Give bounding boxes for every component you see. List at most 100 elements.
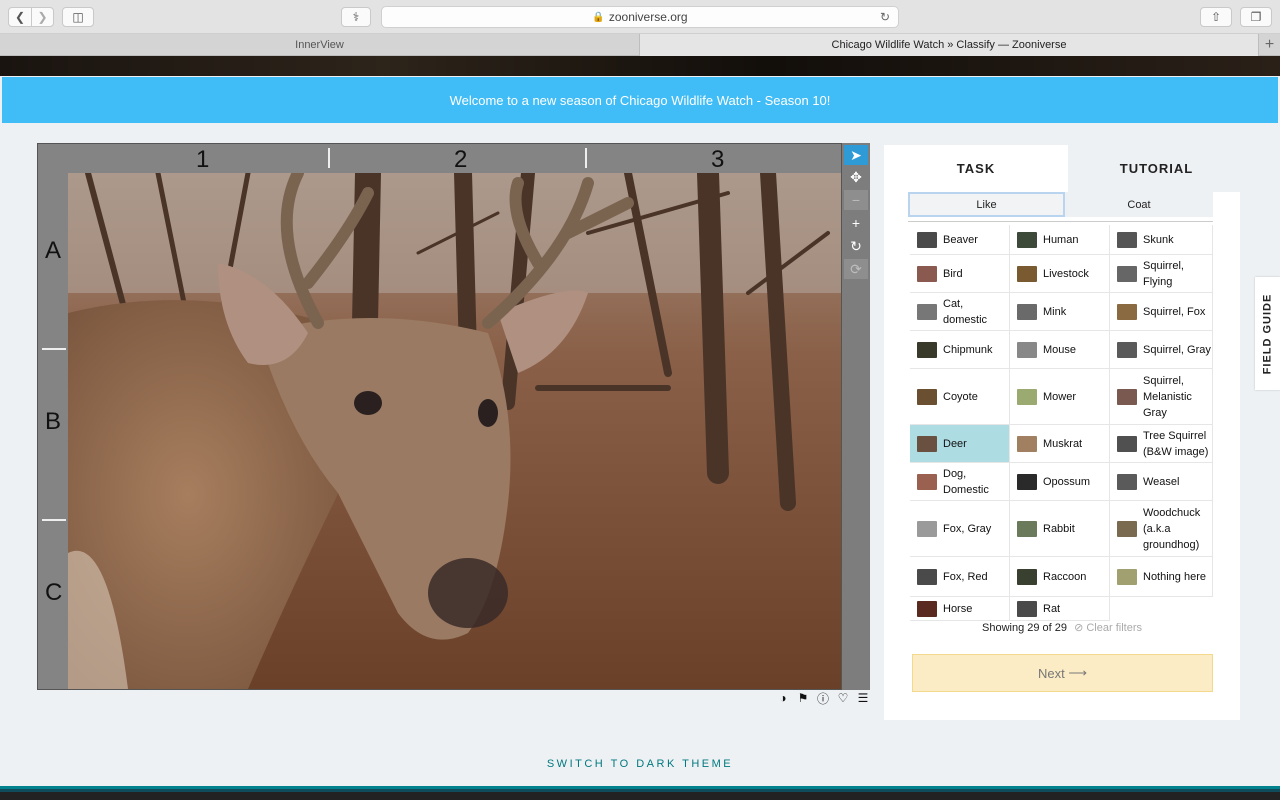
rotate-icon[interactable]: ↻ (844, 236, 868, 256)
choice-thumbnail (1117, 388, 1137, 405)
choice-item[interactable]: Chipmunk (910, 331, 1010, 369)
choice-label: Squirrel, Fox (1143, 305, 1206, 318)
back-icon[interactable]: ❮ (9, 8, 31, 26)
zoom-in-icon[interactable]: + (844, 213, 868, 233)
clear-filters-label: Clear filters (1086, 622, 1142, 634)
info-icon[interactable]: ⓘ (816, 691, 830, 706)
forward-icon[interactable]: ❯ (30, 8, 53, 26)
subject-viewer: 1 2 3 A B C (37, 143, 842, 690)
choice-label: Human (1043, 233, 1079, 246)
arrow-right-icon: ⟶ (1068, 665, 1087, 680)
subject-meta-tools: ◑ ⚑ ⓘ ♡ ☰ (776, 691, 870, 706)
choice-item[interactable]: Squirrel, Fox (1110, 293, 1213, 331)
choice-label: Opossum (1043, 475, 1091, 488)
choice-thumbnail (1117, 520, 1137, 537)
choice-label: Mower (1043, 390, 1077, 403)
next-button[interactable]: Next ⟶ (912, 654, 1213, 692)
zoom-out-icon[interactable]: − (844, 190, 868, 210)
choice-item[interactable]: Horse (910, 597, 1010, 621)
choice-thumbnail (1117, 303, 1137, 320)
show-tabs-icon[interactable]: ❐ (1240, 7, 1272, 27)
divider (908, 221, 1213, 222)
grid-column-label: 3 (711, 146, 725, 173)
choice-item[interactable]: Squirrel, Gray (1110, 331, 1213, 369)
contrast-icon[interactable]: ◑ (776, 691, 790, 705)
choice-thumbnail (1017, 341, 1037, 358)
filter-like[interactable]: Like (908, 192, 1065, 217)
choice-item[interactable]: Mower (1010, 369, 1110, 425)
tab-zooniverse[interactable]: Chicago Wildlife Watch » Classify — Zoon… (639, 34, 1258, 56)
choice-label: Tree Squirrel (B&W image) (1143, 429, 1209, 458)
lock-icon: 🔒 (592, 11, 605, 23)
choice-item[interactable]: Deer (910, 425, 1010, 463)
field-guide-button[interactable]: FIELD GUIDE (1255, 277, 1280, 390)
choice-item[interactable]: Squirrel, Flying (1110, 255, 1213, 293)
choice-item[interactable]: Weasel (1110, 463, 1213, 501)
choice-thumbnail (1117, 473, 1137, 490)
share-icon[interactable]: ⇧ (1200, 7, 1232, 27)
subject-image[interactable] (68, 173, 841, 689)
reload-icon[interactable]: ↻ (880, 10, 890, 24)
choice-label: Chipmunk (943, 343, 993, 356)
choice-item[interactable]: Dog, Domestic (910, 463, 1010, 501)
choice-item[interactable]: Fox, Gray (910, 501, 1010, 557)
filter-coat[interactable]: Coat (1065, 192, 1213, 217)
choice-item[interactable]: Woodchuck (a.k.a groundhog) (1110, 501, 1213, 557)
choice-thumbnail (917, 303, 937, 320)
choice-item[interactable]: Opossum (1010, 463, 1110, 501)
tab-innerview[interactable]: InnerView (0, 34, 639, 56)
clear-filters-button[interactable]: ⊘ Clear filters (1074, 622, 1142, 634)
choice-item[interactable]: Mouse (1010, 331, 1110, 369)
choice-item[interactable]: Raccoon (1010, 557, 1110, 597)
address-bar[interactable]: 🔒 zooniverse.org ↻ (381, 6, 899, 28)
choice-thumbnail (1017, 435, 1037, 452)
reset-icon[interactable]: ⟳ (844, 259, 868, 279)
choice-label: Squirrel, Melanistic Gray (1143, 374, 1192, 419)
choice-thumbnail (917, 341, 937, 358)
choice-item[interactable]: Fox, Red (910, 557, 1010, 597)
sidebar-toggle-icon[interactable]: ◫ (62, 7, 94, 27)
choice-label: Cat, domestic (943, 297, 988, 326)
pointer-icon[interactable]: ➤ (844, 145, 868, 165)
switch-dark-theme-button[interactable]: SWITCH TO DARK THEME (0, 758, 1280, 770)
choice-item[interactable]: Rabbit (1010, 501, 1110, 557)
collections-icon[interactable]: ☰ (856, 691, 870, 705)
choice-thumbnail (1117, 265, 1137, 282)
choice-item[interactable]: Coyote (910, 369, 1010, 425)
flag-icon[interactable]: ⚑ (796, 691, 810, 705)
choice-item[interactable]: Bird (910, 255, 1010, 293)
choice-item[interactable]: Beaver (910, 225, 1010, 255)
row-divider (42, 348, 66, 350)
choice-item[interactable]: Rat (1010, 597, 1110, 621)
choice-thumbnail (917, 435, 937, 452)
choice-item[interactable]: Mink (1010, 293, 1110, 331)
choice-thumbnail (1117, 435, 1137, 452)
grid-row-label: C (45, 579, 63, 606)
heart-icon[interactable]: ♡ (836, 691, 850, 705)
choice-item[interactable]: Squirrel, Melanistic Gray (1110, 369, 1213, 425)
choice-thumbnail (1117, 341, 1137, 358)
choice-item[interactable]: Livestock (1010, 255, 1110, 293)
choice-label: Nothing here (1143, 570, 1206, 583)
choice-label: Rat (1043, 602, 1061, 615)
deer-photo (68, 173, 841, 689)
row-divider (42, 519, 66, 521)
choice-item[interactable]: Human (1010, 225, 1110, 255)
choice-item[interactable]: Tree Squirrel (B&W image) (1110, 425, 1213, 463)
project-header-image (0, 56, 1280, 76)
extension-icon[interactable]: ⚕ (341, 7, 371, 27)
tab-task[interactable]: TASK (884, 145, 1068, 192)
choice-item[interactable]: Skunk (1110, 225, 1213, 255)
choice-thumbnail (917, 568, 937, 585)
choice-label: Dog, Domestic (943, 467, 989, 496)
choice-item[interactable]: Muskrat (1010, 425, 1110, 463)
choice-thumbnail (1017, 473, 1037, 490)
tab-tutorial[interactable]: TUTORIAL (1068, 145, 1245, 192)
filter-bar: Like Coat (908, 192, 1213, 217)
choice-item[interactable]: Nothing here (1110, 557, 1213, 597)
choice-item[interactable]: Cat, domestic (910, 293, 1010, 331)
grid-column-label: 1 (196, 146, 210, 173)
choice-label: Deer (943, 437, 967, 450)
move-icon[interactable]: ✥ (844, 167, 868, 187)
new-tab-icon[interactable]: + (1258, 34, 1280, 56)
